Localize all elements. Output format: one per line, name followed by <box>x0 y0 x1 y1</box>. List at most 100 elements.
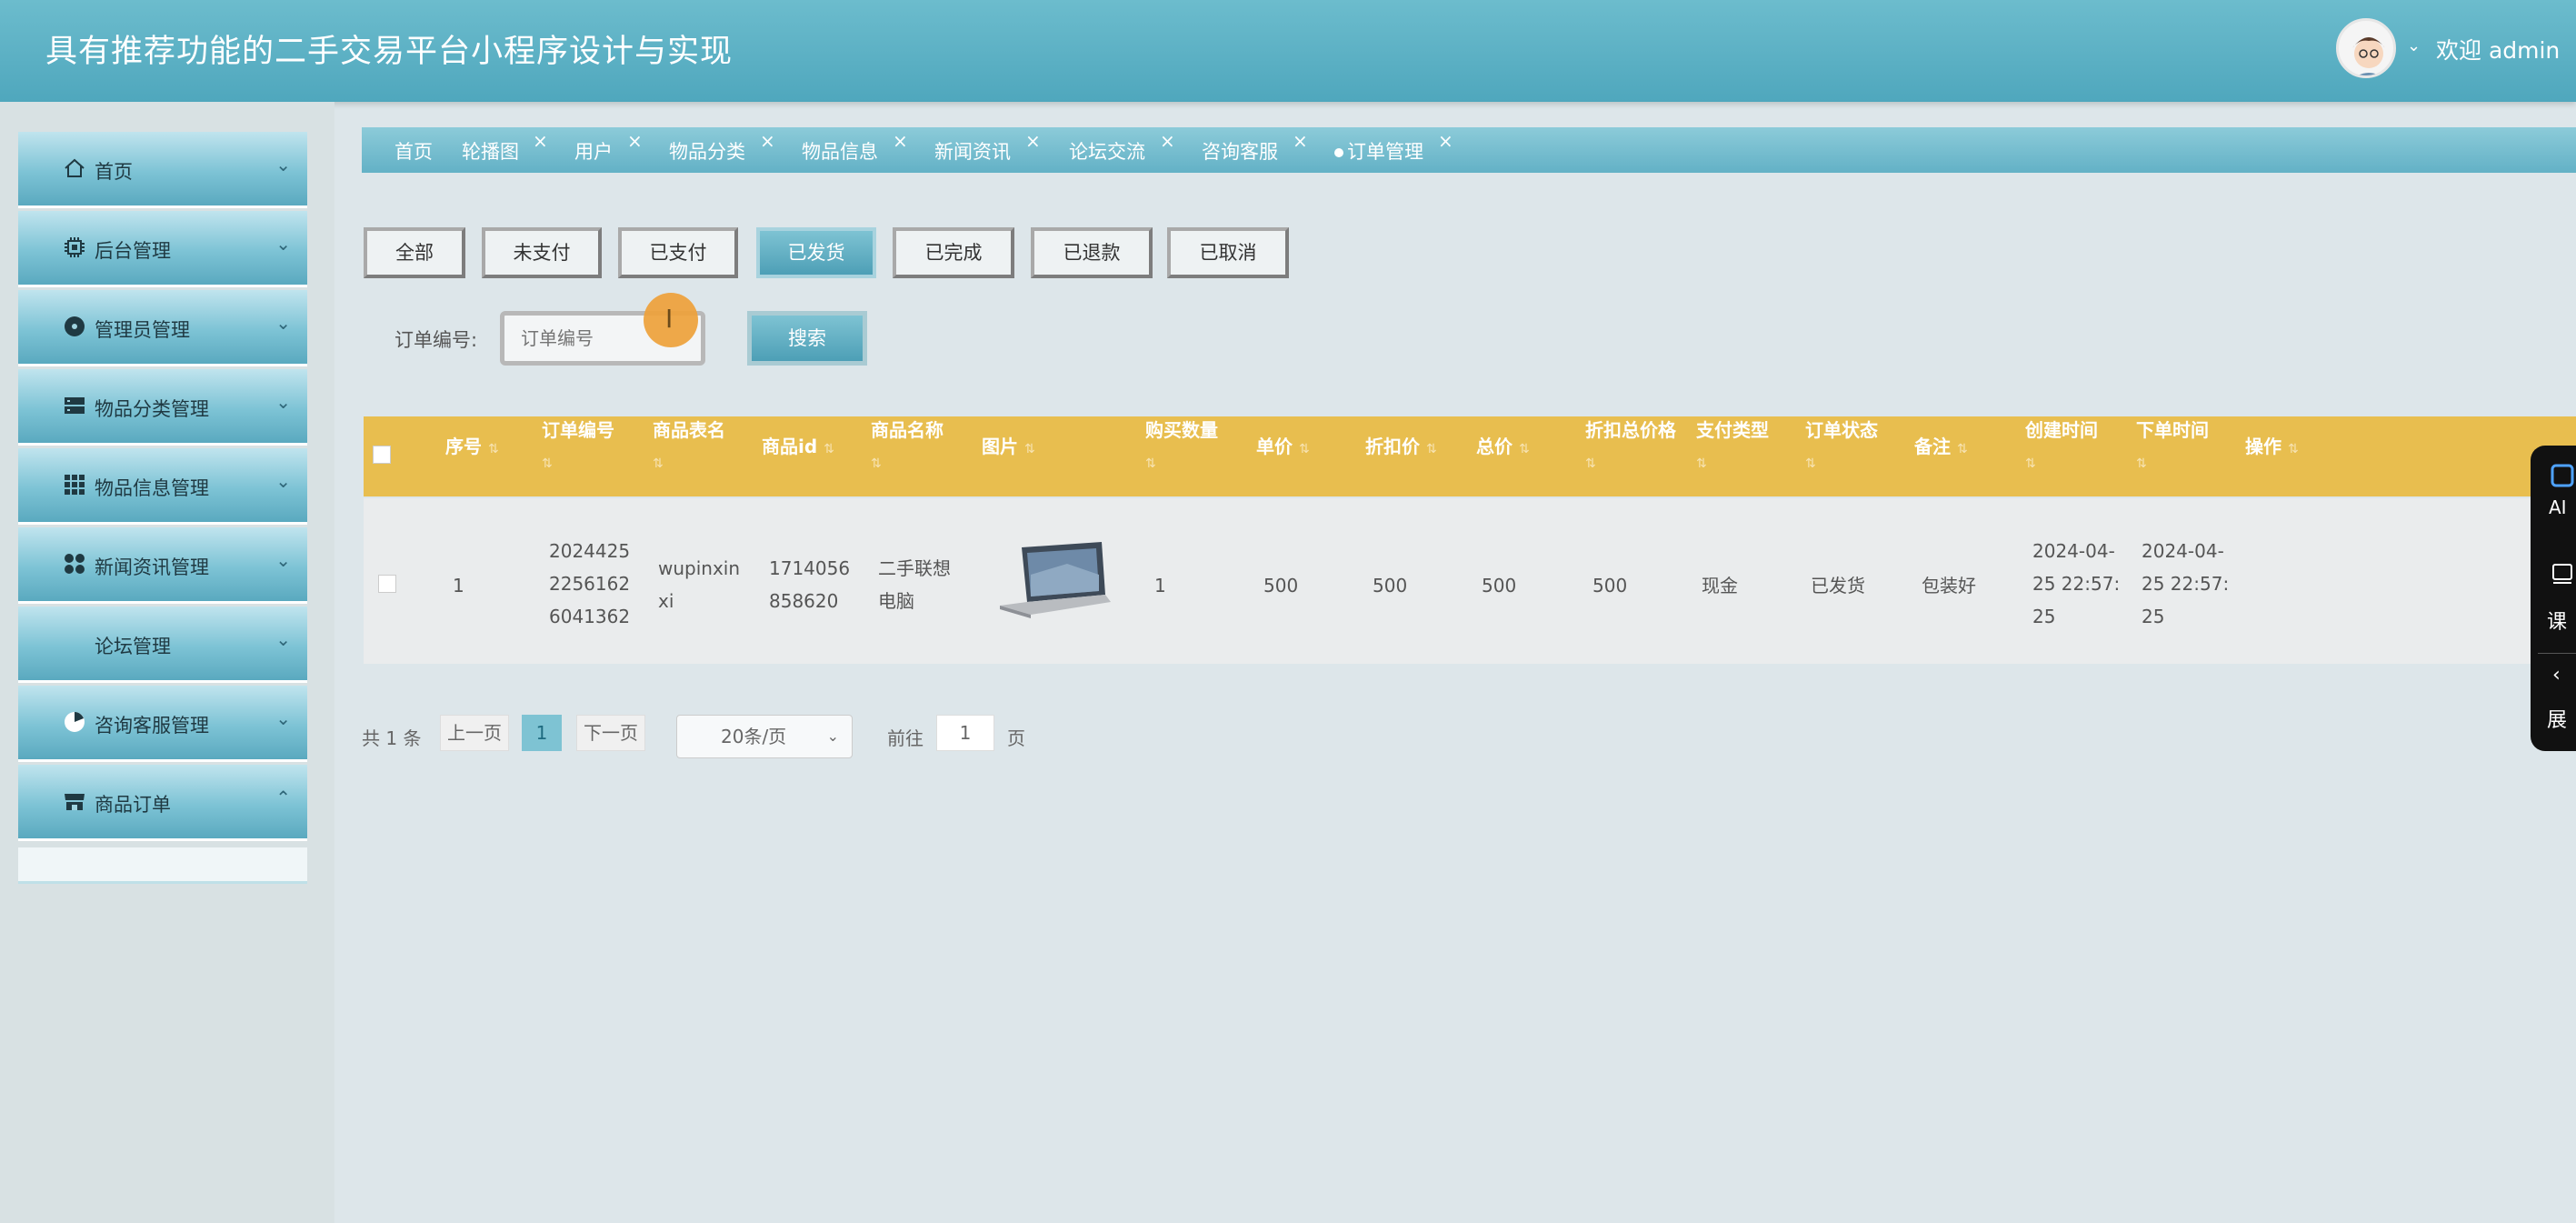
next-page-button[interactable]: 下一页 <box>576 715 645 751</box>
tab-orders[interactable]: 订单管理 × <box>1334 130 1453 165</box>
close-icon[interactable]: × <box>627 130 643 152</box>
sidebar-item-news[interactable]: 新闻资讯管理 ⌄ <box>18 527 307 604</box>
tab-news[interactable]: 新闻资讯 × <box>934 130 1041 165</box>
filter-unpaid-button[interactable]: 未支付 <box>482 227 602 278</box>
sidebar-item-label: 后台管理 <box>95 240 171 262</box>
cell-ordered: 2024-04- 25 22:57: 25 <box>2142 540 2230 627</box>
th-price[interactable]: 单价 ⇅ <box>1256 431 1310 465</box>
sidebar-item-goods[interactable]: 物品信息管理 ⌄ <box>18 448 307 525</box>
tab-users[interactable]: 用户 × <box>574 130 643 165</box>
chevron-up-icon: ⌃ <box>275 787 291 808</box>
th-order-no[interactable]: 订单编号 ⇅ <box>542 415 614 479</box>
close-icon[interactable]: × <box>1293 130 1308 152</box>
sidebar-item-service[interactable]: 咨询客服管理 ⌄ <box>18 686 307 762</box>
th-goods-id[interactable]: 商品id ⇅ <box>762 431 834 465</box>
page-1-button[interactable]: 1 <box>522 715 562 751</box>
th-quantity[interactable]: 购买数量 ⇅ <box>1145 415 1218 479</box>
th-pay-type[interactable]: 支付类型 ⇅ <box>1696 415 1769 479</box>
sidebar-item-category[interactable]: 物品分类管理 ⌄ <box>18 369 307 446</box>
cell-remark: 包装好 <box>1922 575 1976 596</box>
app-title: 具有推荐功能的二手交易平台小程序设计与实现 <box>45 34 734 70</box>
sidebar-submenu <box>18 847 307 884</box>
course-label[interactable]: 课 <box>2547 606 2567 635</box>
sidebar-item-forum[interactable]: 论坛管理 ⌄ <box>18 606 307 683</box>
th-table-name[interactable]: 商品表名 ⇅ <box>653 415 725 479</box>
page-suffix: 页 <box>1007 727 1025 749</box>
expand-label[interactable]: 展 <box>2547 704 2567 733</box>
chevron-down-icon[interactable]: ⌄ <box>2407 36 2421 55</box>
th-remark[interactable]: 备注 ⇅ <box>1914 431 1968 465</box>
chevron-down-icon: ⌄ <box>275 549 291 571</box>
th-status[interactable]: 订单状态 ⇅ <box>1805 415 1878 479</box>
sidebar-item-label: 首页 <box>95 161 133 183</box>
select-all-checkbox[interactable] <box>373 446 391 464</box>
prev-page-button[interactable]: 上一页 <box>440 715 509 751</box>
pie-icon <box>62 709 87 735</box>
th-discount-price[interactable]: 折扣价 ⇅ <box>1365 431 1437 465</box>
chevron-left-icon[interactable]: ‹ <box>2552 664 2561 687</box>
welcome-text[interactable]: 欢迎 admin <box>2436 33 2560 65</box>
th-total[interactable]: 总价 ⇅ <box>1476 431 1530 465</box>
sidebar-item-label: 咨询客服管理 <box>95 715 209 737</box>
tab-service[interactable]: 咨询客服 × <box>1202 130 1308 165</box>
avatar[interactable] <box>2336 18 2396 78</box>
filter-refunded-button[interactable]: 已退款 <box>1031 227 1153 278</box>
page-size-select[interactable]: 20条/页 ⌄ <box>676 715 853 758</box>
chevron-down-icon: ⌄ <box>275 154 291 175</box>
th-ordered[interactable]: 下单时间 ⇅ <box>2136 415 2209 479</box>
sidebar-item-orders[interactable]: 商品订单 ⌃ <box>18 765 307 841</box>
cell-total: 500 <box>1482 575 1517 596</box>
chevron-down-icon: ⌄ <box>275 707 291 729</box>
search-button[interactable]: 搜索 <box>747 311 867 366</box>
cell-goods-name: 二手联想 电脑 <box>878 557 951 612</box>
filter-cancelled-button[interactable]: 已取消 <box>1167 227 1289 278</box>
th-image[interactable]: 图片 ⇅ <box>982 431 1035 465</box>
ai-icon[interactable] <box>2551 464 2574 493</box>
app-header: 具有推荐功能的二手交易平台小程序设计与实现 ⌄ 欢迎 admin <box>0 0 2576 102</box>
filter-all-button[interactable]: 全部 <box>364 227 465 278</box>
tab-home[interactable]: 首页 <box>394 137 433 165</box>
sidebar-item-label: 物品信息管理 <box>95 477 209 499</box>
side-tool-panel: AI 课 ‹ 展 <box>2531 446 2576 751</box>
active-dot-icon <box>1334 148 1343 157</box>
close-icon[interactable]: × <box>760 130 775 152</box>
sidebar-item-label: 新闻资讯管理 <box>95 556 209 578</box>
sidebar-item-label: 论坛管理 <box>95 636 171 657</box>
ai-label[interactable]: AI <box>2549 496 2567 518</box>
filter-paid-button[interactable]: 已支付 <box>618 227 738 278</box>
tab-forum[interactable]: 论坛交流 × <box>1069 130 1175 165</box>
th-goods-name[interactable]: 商品名称 ⇅ <box>871 415 944 479</box>
cell-table-name: wupinxin xi <box>658 557 741 612</box>
row-checkbox[interactable] <box>378 575 396 593</box>
sidebar-item-home[interactable]: 首页 ⌄ <box>18 132 307 208</box>
chip-icon <box>62 235 87 260</box>
tab-goods-info[interactable]: 物品信息 × <box>802 130 908 165</box>
close-icon[interactable]: × <box>533 130 548 152</box>
th-created[interactable]: 创建时间 ⇅ <box>2025 415 2098 479</box>
th-index[interactable]: 序号 ⇅ <box>445 431 499 465</box>
chevron-down-icon: ⌄ <box>275 628 291 650</box>
tab-goods-category[interactable]: 物品分类 × <box>669 130 775 165</box>
disc-icon <box>62 314 87 339</box>
filter-shipped-button[interactable]: 已发货 <box>756 227 876 278</box>
sidebar-item-label: 商品订单 <box>95 794 171 816</box>
th-actions[interactable]: 操作 ⇅ <box>2245 431 2299 465</box>
cell-discount-total: 500 <box>1593 575 1628 596</box>
store-icon <box>62 788 87 814</box>
cell-price: 500 <box>1263 575 1299 596</box>
close-icon[interactable]: × <box>893 130 908 152</box>
close-icon[interactable]: × <box>1160 130 1175 152</box>
close-icon[interactable]: × <box>1025 130 1041 152</box>
laptop-photo[interactable] <box>994 538 1113 626</box>
tab-carousel[interactable]: 轮播图 × <box>462 130 548 165</box>
divider <box>2538 653 2576 654</box>
grid-icon <box>62 472 87 497</box>
th-discount-total[interactable]: 折扣总价格 ⇅ <box>1585 415 1676 479</box>
apps-icon <box>62 551 87 576</box>
goto-page-input[interactable]: 1 <box>936 715 994 751</box>
filter-completed-button[interactable]: 已完成 <box>893 227 1014 278</box>
close-icon[interactable]: × <box>1438 130 1453 152</box>
course-icon[interactable] <box>2551 562 2574 591</box>
sidebar-item-admin[interactable]: 管理员管理 ⌄ <box>18 290 307 366</box>
sidebar-item-backend[interactable]: 后台管理 ⌄ <box>18 211 307 287</box>
